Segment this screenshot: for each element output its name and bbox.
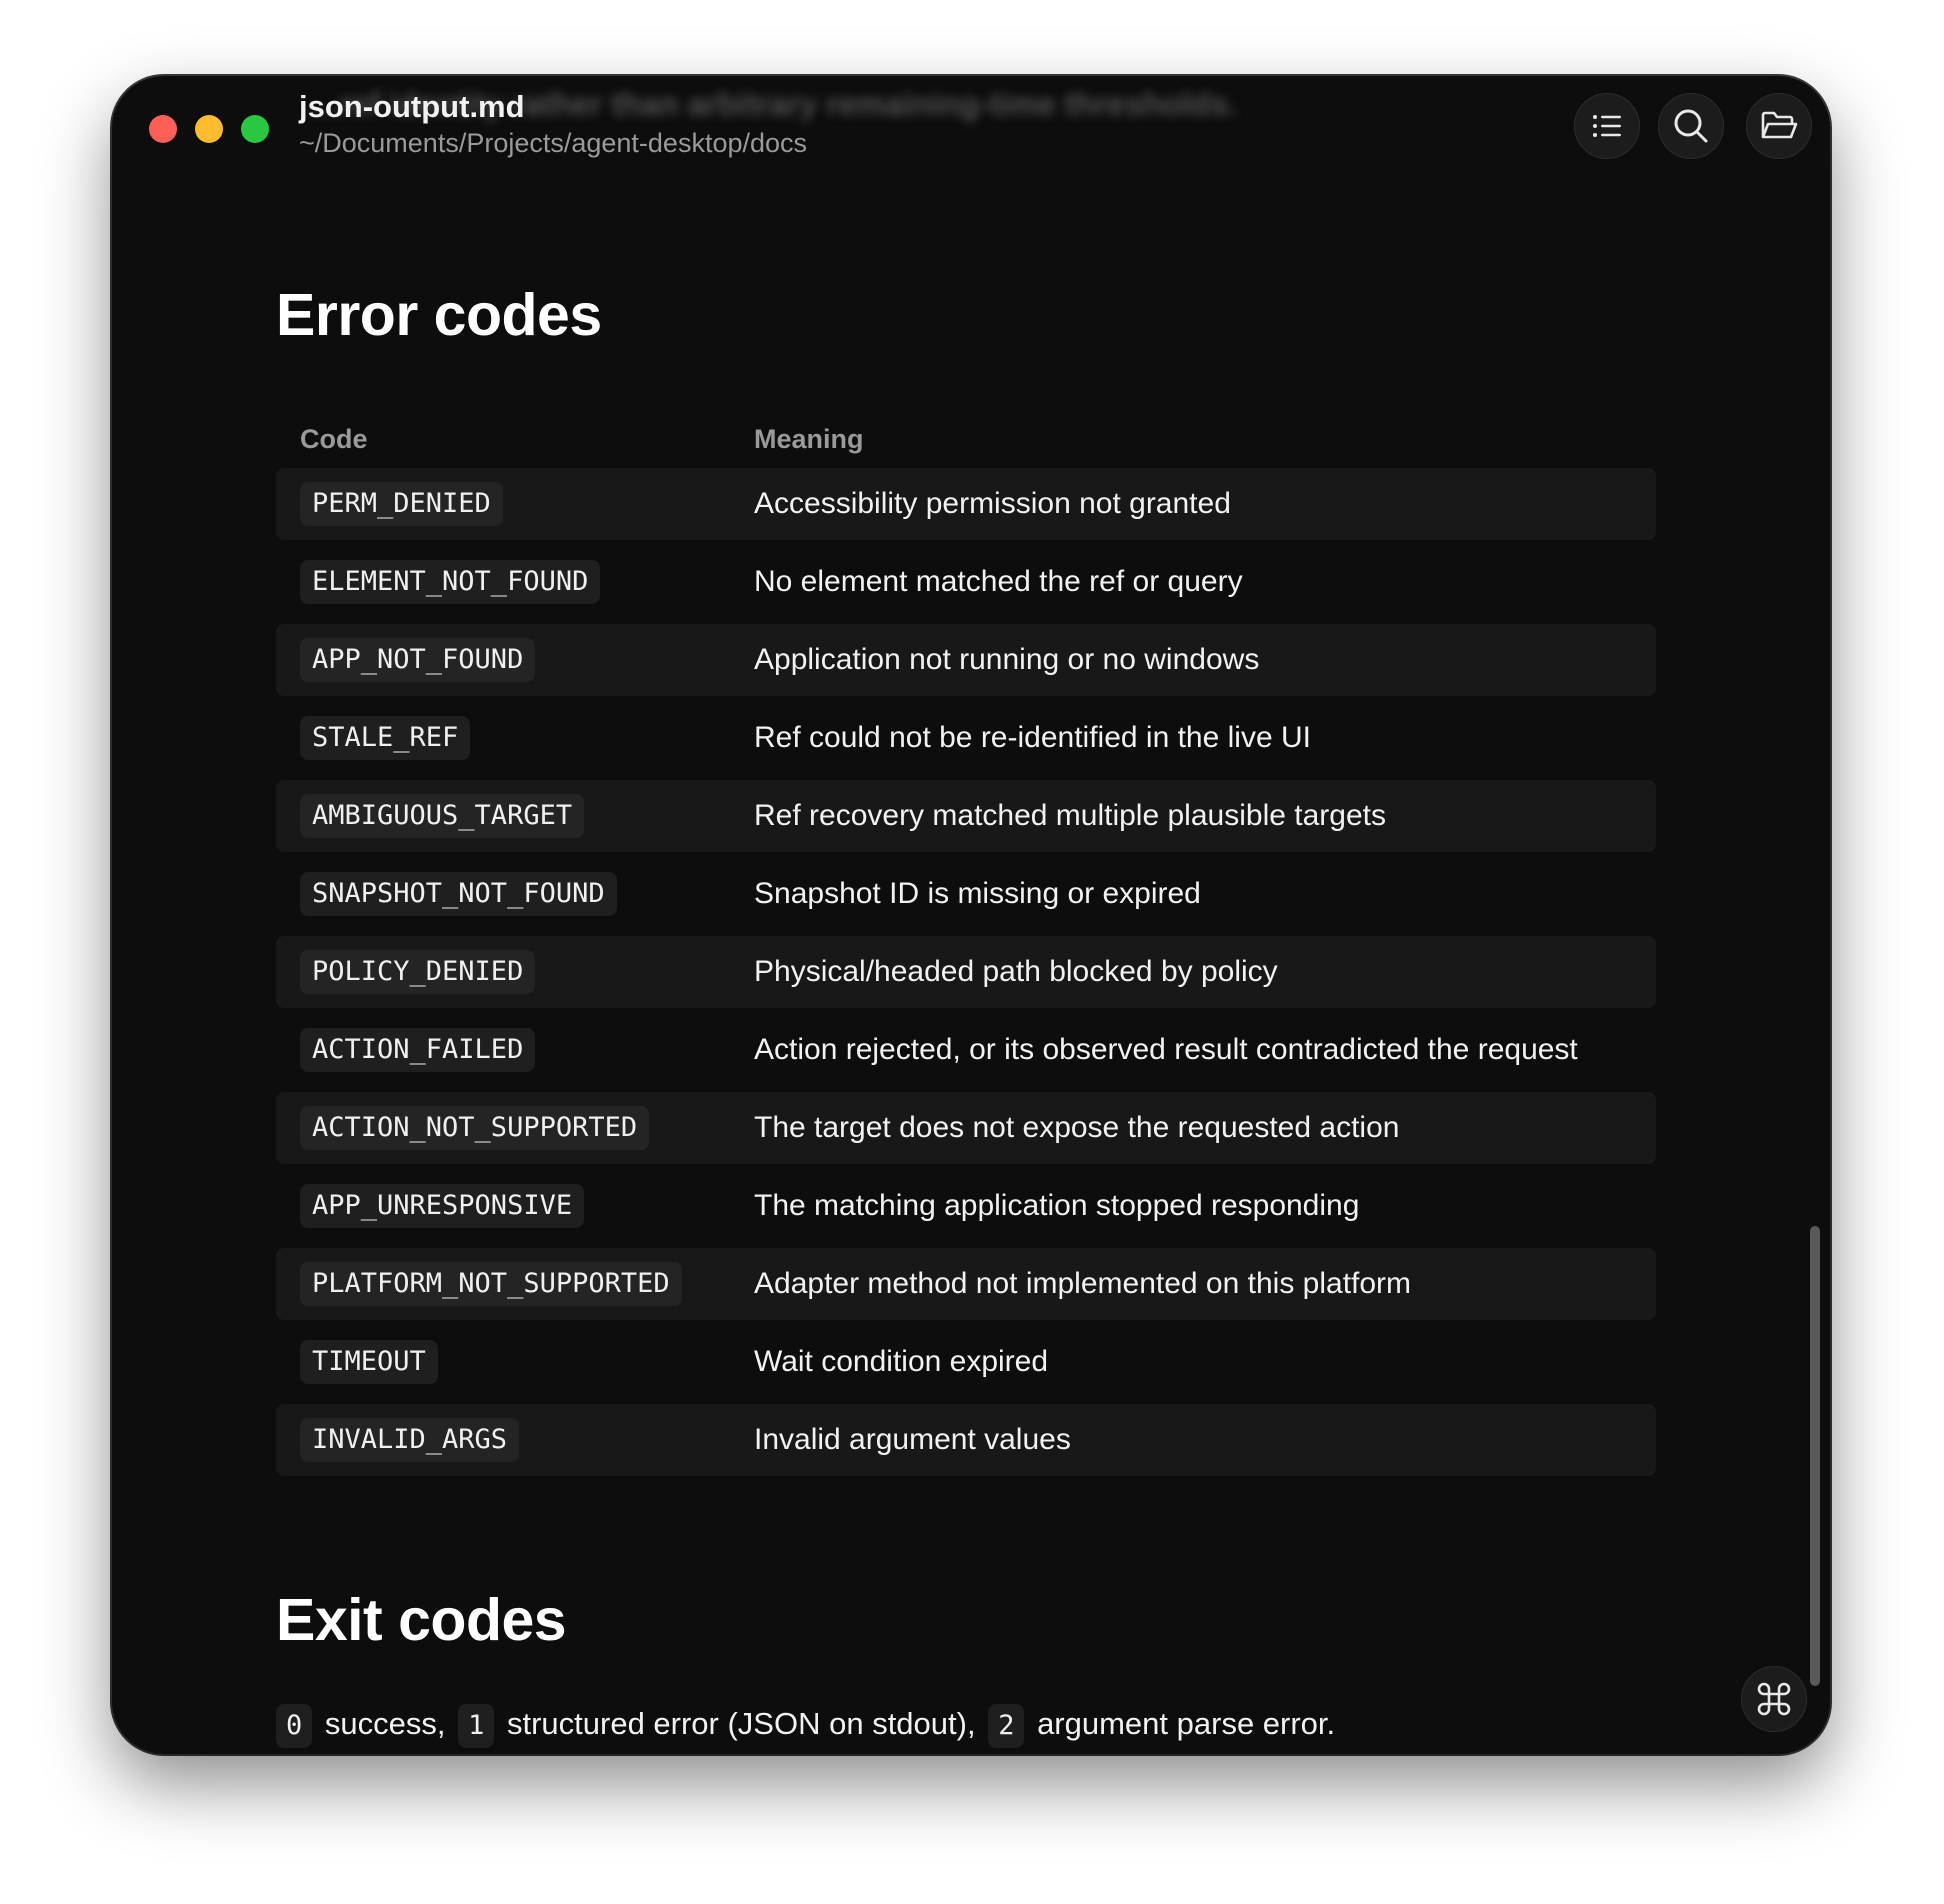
column-header-meaning: Meaning (754, 424, 864, 454)
error-meaning: Adapter method not implemented on this p… (754, 1267, 1412, 1300)
error-code: TIMEOUT (300, 1340, 438, 1384)
exit-code-2: 2 (988, 1704, 1025, 1748)
table-row: PERM_DENIED Accessibility permission not… (276, 468, 1656, 540)
command-palette-button[interactable] (1741, 1666, 1807, 1732)
table-row: INVALID_ARGS Invalid argument values (276, 1404, 1656, 1476)
error-code: POLICY_DENIED (300, 950, 536, 994)
search-icon (1674, 109, 1708, 143)
exit-codes-paragraph: 0 success, 1 structured error (JSON on s… (276, 1702, 1335, 1748)
table-row: STALE_REF Ref could not be re-identified… (276, 702, 1656, 774)
error-code: PLATFORM_NOT_SUPPORTED (300, 1262, 682, 1306)
error-meaning: Ref recovery matched multiple plausible … (754, 799, 1386, 832)
error-meaning: The target does not expose the requested… (754, 1111, 1400, 1144)
table-row: APP_UNRESPONSIVE The matching applicatio… (276, 1170, 1656, 1242)
table-row: POLICY_DENIED Physical/headed path block… (276, 936, 1656, 1008)
titlebar: …ref identity rather than arbitrary rema… (112, 76, 1830, 196)
table-row: ACTION_FAILED Action rejected, or its ob… (276, 1014, 1656, 1086)
vertical-scrollbar[interactable] (1810, 1226, 1820, 1686)
exit-codes-heading: Exit codes (276, 1587, 567, 1653)
exit-text-1: structured error (JSON on stdout), (498, 1706, 985, 1741)
error-meaning: Action rejected, or its observed result … (754, 1033, 1578, 1066)
list-icon (1593, 115, 1621, 137)
error-code: APP_NOT_FOUND (300, 638, 536, 682)
search-button[interactable] (1658, 93, 1724, 159)
table-row: APP_NOT_FOUND Application not running or… (276, 624, 1656, 696)
error-code: STALE_REF (300, 716, 471, 760)
exit-text-2: argument parse error. (1028, 1706, 1336, 1741)
table-row: SNAPSHOT_NOT_FOUND Snapshot ID is missin… (276, 858, 1656, 930)
error-meaning: Physical/headed path blocked by policy (754, 955, 1278, 988)
open-folder-button[interactable] (1746, 93, 1812, 159)
error-codes-table: Code Meaning PERM_DENIED Accessibility p… (276, 414, 1656, 1482)
error-code: ACTION_FAILED (300, 1028, 536, 1072)
table-row: ACTION_NOT_SUPPORTED The target does not… (276, 1092, 1656, 1164)
error-meaning: Application not running or no windows (754, 643, 1260, 676)
error-code: INVALID_ARGS (300, 1418, 520, 1462)
file-title: json-output.md (299, 89, 525, 124)
error-meaning: Wait condition expired (754, 1345, 1049, 1378)
error-meaning: Accessibility permission not granted (754, 487, 1231, 520)
error-code: ELEMENT_NOT_FOUND (300, 560, 601, 604)
table-row: ELEMENT_NOT_FOUND No element matched the… (276, 546, 1656, 618)
exit-text-0: success, (316, 1706, 455, 1741)
close-window-button[interactable] (149, 115, 177, 143)
app-window: …ref identity rather than arbitrary rema… (112, 76, 1830, 1754)
exit-code-1: 1 (458, 1704, 495, 1748)
exit-code-0: 0 (276, 1704, 313, 1748)
command-key-icon (1757, 1682, 1791, 1716)
error-code: SNAPSHOT_NOT_FOUND (300, 872, 617, 916)
error-code: AMBIGUOUS_TARGET (300, 794, 585, 838)
column-header-code: Code (300, 424, 368, 454)
maximize-window-button[interactable] (241, 115, 269, 143)
table-row: AMBIGUOUS_TARGET Ref recovery matched mu… (276, 780, 1656, 852)
table-of-contents-button[interactable] (1574, 93, 1640, 159)
error-meaning: The matching application stopped respond… (754, 1189, 1360, 1222)
folder-open-icon (1761, 111, 1798, 139)
scrollbar-thumb[interactable] (1810, 1226, 1820, 1686)
error-meaning: No element matched the ref or query (754, 565, 1243, 598)
table-header: Code Meaning (276, 414, 1656, 468)
table-row: PLATFORM_NOT_SUPPORTED Adapter method no… (276, 1248, 1656, 1320)
error-meaning: Invalid argument values (754, 1423, 1071, 1456)
error-meaning: Snapshot ID is missing or expired (754, 877, 1201, 910)
error-codes-heading: Error codes (276, 282, 602, 348)
error-code: ACTION_NOT_SUPPORTED (300, 1106, 650, 1150)
minimize-window-button[interactable] (195, 115, 223, 143)
error-meaning: Ref could not be re-identified in the li… (754, 721, 1311, 754)
table-row: TIMEOUT Wait condition expired (276, 1326, 1656, 1398)
error-code: PERM_DENIED (300, 482, 503, 526)
error-code: APP_UNRESPONSIVE (300, 1184, 585, 1228)
file-path: ~/Documents/Projects/agent-desktop/docs (299, 128, 808, 158)
